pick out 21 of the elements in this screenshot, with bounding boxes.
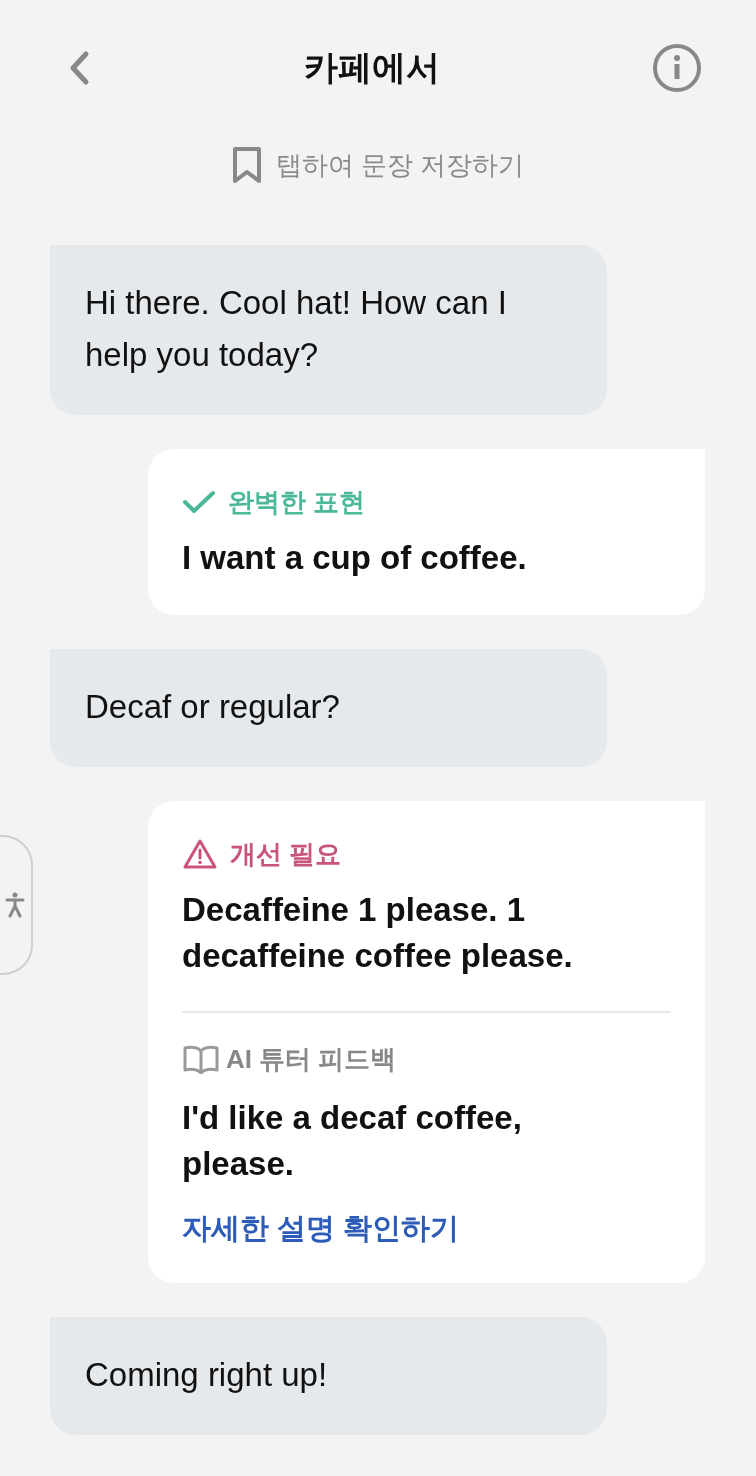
user-sentence: Decaffeine 1 please. 1 decaffeine coffee please. [182,890,574,976]
feedback-label: AI 튜터 피드백 [226,1042,397,1076]
user-sentence: I want a cup of coffee. [182,538,528,578]
user-message-card[interactable]: 개선 필요 Decaffeine 1 please. 1 decaffeine coffee please. AI 튜터 피드백 I'd like a decaf coffee, please. 자세한 설명 확인하기 [148,801,705,1283]
check-icon [182,489,216,515]
bot-message: Hi there. Cool hat! How can I help you today? [50,245,607,415]
verdict-label: 완벽한 표현 [228,485,366,519]
book-icon [182,1044,220,1074]
accessibility-icon [4,892,25,918]
verdict-label: 개선 필요 [230,837,342,871]
bot-message: Coming right up! [50,1317,607,1435]
user-message-card[interactable]: 완벽한 표현 I want a cup of coffee. [148,449,705,615]
screen-title: 카페에서 [304,46,440,88]
bot-message: Decaf or regular? [50,649,607,767]
accessibility-tab[interactable] [0,835,33,975]
save-hint: 탭하여 문장 저장하기 [275,148,525,182]
info-button[interactable] [652,42,702,93]
suggested-sentence: I'd like a decaf coffee, please. [182,1098,523,1184]
details-link[interactable]: 자세한 설명 확인하기 [182,1209,671,1249]
bookmark-icon [231,146,262,184]
warning-icon [182,838,218,870]
